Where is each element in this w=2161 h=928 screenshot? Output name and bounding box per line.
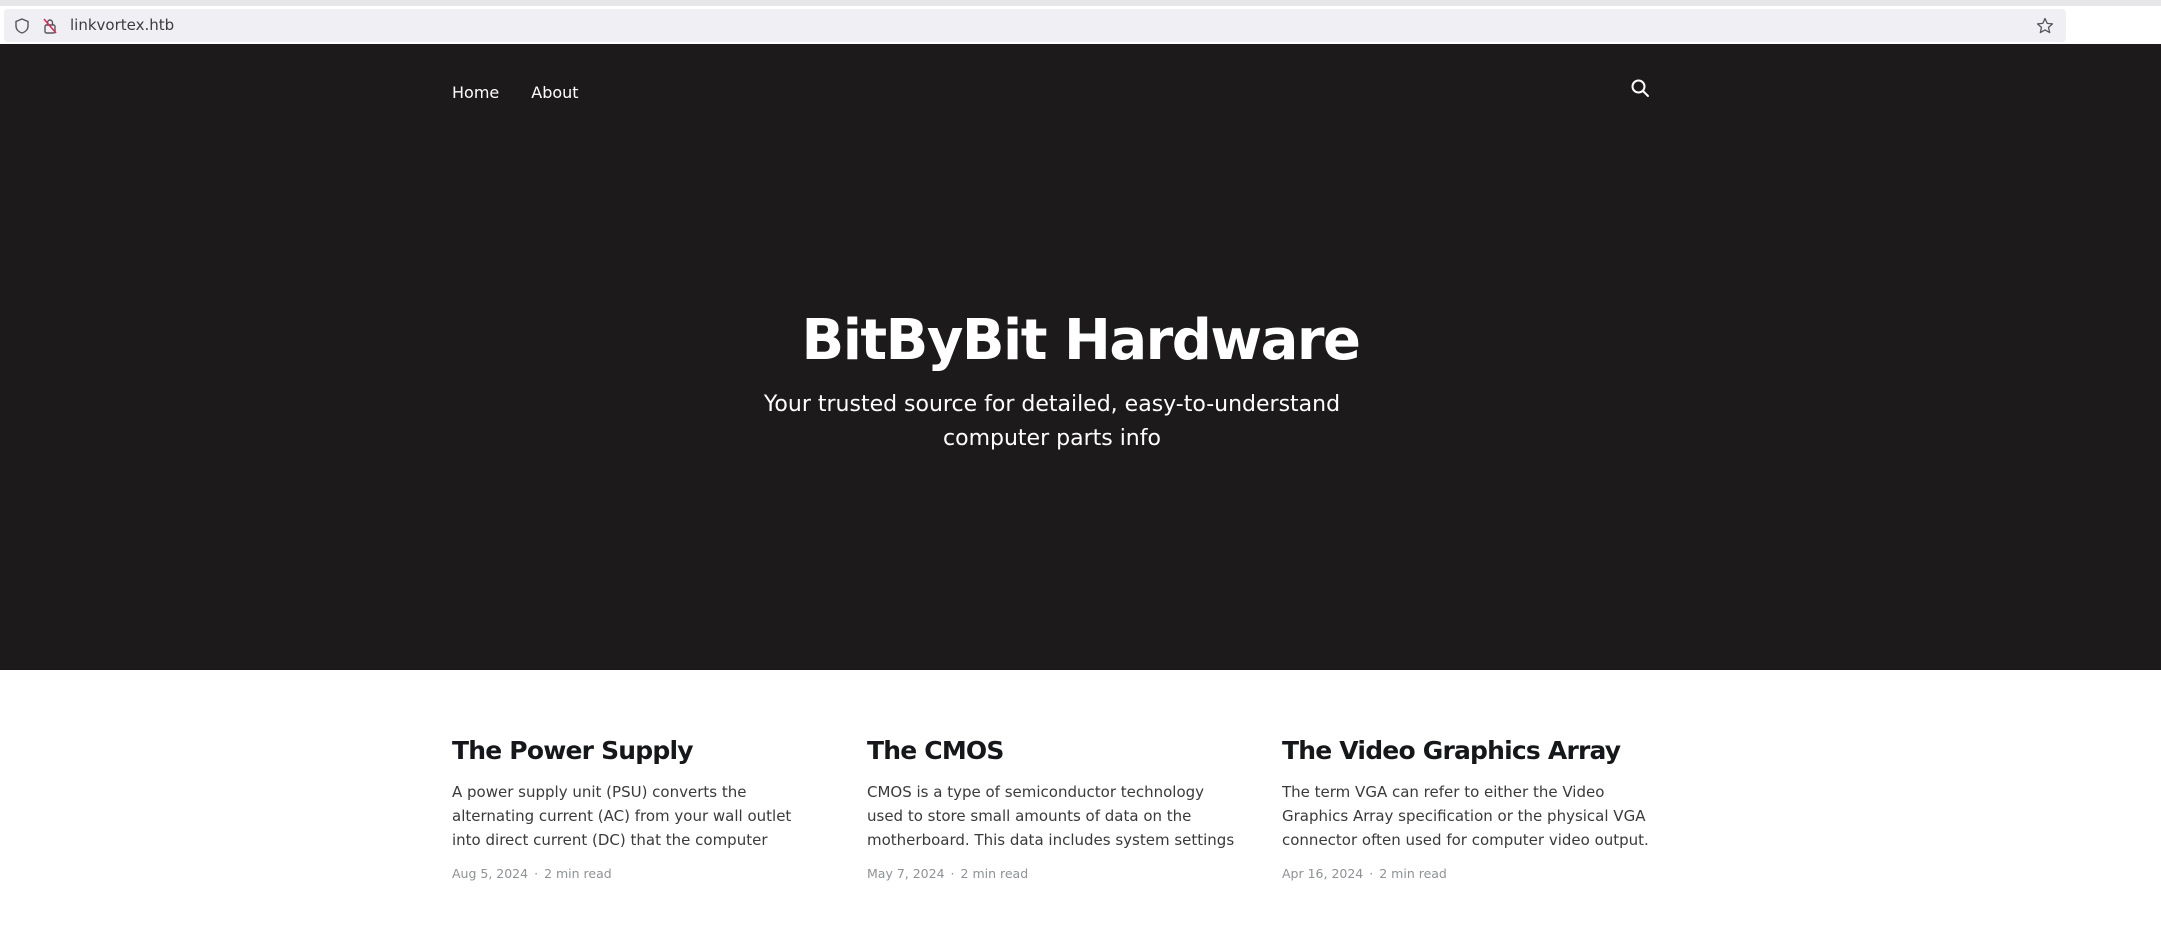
- site-description: Your trusted source for detailed, easy-t…: [763, 392, 1341, 451]
- post-card[interactable]: The CMOS CMOS is a type of semiconductor…: [867, 736, 1239, 881]
- post-excerpt: CMOS is a type of semiconductor technolo…: [867, 783, 1235, 849]
- nav-home-link[interactable]: Home: [452, 83, 499, 102]
- insecure-lock-icon[interactable]: [43, 18, 57, 38]
- post-read-time: 2 min read: [544, 866, 612, 881]
- post-meta: Aug 5, 2024 · 2 min read: [452, 866, 824, 881]
- post-meta: May 7, 2024 · 2 min read: [867, 866, 1239, 881]
- main-nav: Home About: [452, 80, 579, 104]
- post-read-time: 2 min read: [1379, 866, 1447, 881]
- post-title[interactable]: The Video Graphics Array: [1282, 736, 1654, 766]
- post-excerpt: A power supply unit (PSU) converts the a…: [452, 783, 792, 849]
- meta-separator: ·: [534, 866, 539, 881]
- site-hero: Home About BitByBit Hardware Your truste…: [0, 44, 2161, 670]
- post-date: Aug 5, 2024: [452, 866, 529, 881]
- post-excerpt: The term VGA can refer to either the Vid…: [1282, 783, 1649, 849]
- url-text[interactable]: linkvortex.htb: [70, 16, 174, 34]
- browser-toolbar: linkvortex.htb: [0, 6, 2161, 44]
- nav-about-link[interactable]: About: [531, 83, 578, 102]
- post-card[interactable]: The Video Graphics Array The term VGA ca…: [1282, 736, 1654, 881]
- post-read-time: 2 min read: [960, 866, 1029, 881]
- post-date: May 7, 2024: [867, 866, 945, 881]
- post-date: Apr 16, 2024: [1282, 866, 1364, 881]
- search-icon[interactable]: [1630, 78, 1652, 100]
- post-card[interactable]: The Power Supply A power supply unit (PS…: [452, 736, 824, 881]
- shield-icon[interactable]: [15, 18, 29, 38]
- meta-separator: ·: [1369, 866, 1374, 881]
- post-meta: Apr 16, 2024 · 2 min read: [1282, 866, 1654, 881]
- bookmark-star-icon[interactable]: [2036, 17, 2054, 39]
- meta-separator: ·: [950, 866, 955, 881]
- site-title: BitByBit Hardware: [801, 308, 1361, 373]
- post-title[interactable]: The CMOS: [867, 736, 1239, 766]
- post-title[interactable]: The Power Supply: [452, 736, 824, 766]
- address-bar[interactable]: linkvortex.htb: [4, 9, 2066, 42]
